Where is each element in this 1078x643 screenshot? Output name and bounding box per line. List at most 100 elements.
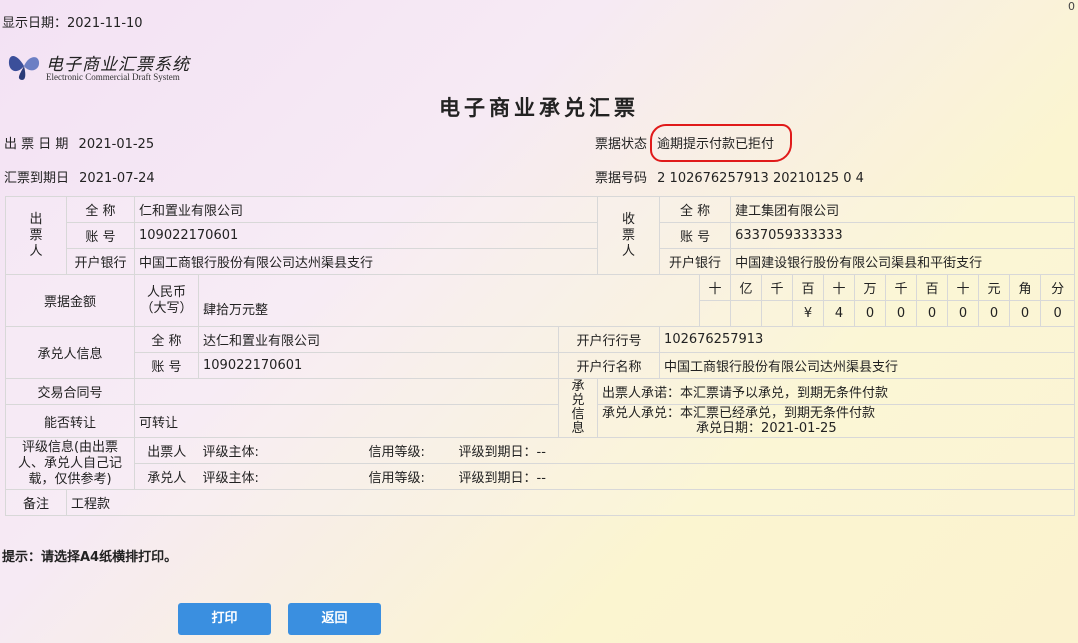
payee-bank-value: 中国建设银行股份有限公司渠县和平街支行 (730, 248, 1076, 275)
unit-header: 万 (854, 274, 887, 301)
rating-acceptor-row: 承兑人 评级主体: 信用等级: 评级到期日：-- (6, 463, 1076, 490)
acceptor-account-label: 账 号 (134, 352, 199, 379)
back-button[interactable]: 返回 (288, 603, 381, 635)
drawer-name-label: 全 称 (66, 196, 135, 223)
payee-header-char: 票 (622, 227, 636, 243)
transfer-row: 能否转让 可转让 承兑人承兑：本汇票已经承兑，到期无条件付款 承兑日期：2021… (5, 404, 1076, 438)
remark-row: 备注 工程款 (5, 489, 1076, 516)
transfer-value: 可转让 (134, 404, 559, 438)
acceptor-account-row: 账 号 109022170601 开户行名称 中国工商银行股份有限公司达州渠县支… (6, 352, 1076, 379)
amount-digit: 0 (854, 300, 887, 327)
rating-role: 出票人 (134, 437, 199, 464)
amount-digit (761, 300, 794, 327)
rating-subject: 评级主体: (202, 471, 259, 486)
amount-currency-label: 人民币 (146, 284, 186, 300)
butterfly-logo-icon (8, 56, 40, 80)
acceptor-info-label: 承兑人信息 (5, 326, 135, 379)
drawer-account-value: 109022170601 (133, 222, 599, 249)
drawer-bank-value: 中国工商银行股份有限公司达州渠县支行 (133, 248, 599, 275)
draft-number-label: 票据号码 (595, 171, 648, 186)
due-date-row: 汇票到期日 2021-07-24 (4, 167, 155, 186)
page-title: 电子商业承兑汇票 (439, 96, 639, 120)
acceptor-bank-no-value: 102676257913 (659, 326, 1076, 353)
acceptance-header-char: 信 (571, 407, 585, 422)
payee-bank-label: 开户银行 (659, 248, 732, 275)
unit-header: 千 (761, 274, 794, 301)
accept-date: 承兑日期：2021-01-25 (696, 421, 837, 436)
rating-label: 评级信息(由出票人、承兑人自己记载，仅供参考) (5, 437, 135, 490)
rating-detail: 评级主体: 信用等级: 评级到期日：-- (198, 463, 1076, 490)
amount-text: 肆拾万元整 (197, 274, 701, 327)
issue-date-row: 出 票 日 期 2021-01-25 (4, 133, 154, 152)
rating-expiry: 评级到期日：-- (458, 445, 546, 460)
amount-digit: ¥ (792, 300, 825, 327)
payee-account-value: 6337059333333 (730, 222, 1076, 249)
amount-digit (699, 300, 732, 327)
rating-grade: 信用等级: (368, 471, 425, 486)
rating-role: 承兑人 (134, 463, 199, 490)
draft-number-row: 票据号码 2 102676257913 20210125 0 4 (595, 167, 864, 186)
issue-date-label: 出 票 日 期 (4, 137, 69, 152)
unit-header: 百 (792, 274, 825, 301)
acceptance-header-char: 息 (571, 421, 585, 436)
acceptor-name-row: 承兑人信息 全 称 达仁和置业有限公司 开户行行号 102676257913 (5, 326, 1076, 379)
acceptor-bank-name-label: 开户行名称 (557, 352, 661, 379)
drawer-bank-row: 开户银行 中国工商银行股份有限公司达州渠县支行 开户银行 中国建设银行股份有限公… (6, 248, 1076, 275)
payee-header-char: 收 (622, 211, 636, 227)
draft-number-value: 2 102676257913 20210125 0 4 (657, 171, 864, 186)
drawer-header-char: 票 (29, 227, 43, 243)
drawer-name-value: 仁和置业有限公司 (133, 196, 599, 223)
acceptor-promise-cell: 承兑人承兑：本汇票已经承兑，到期无条件付款 承兑日期：2021-01-25 (597, 404, 1076, 438)
rating-subject: 评级主体: (202, 445, 259, 460)
payee-name-value: 建工集团有限公司 (730, 196, 1076, 223)
unit-header: 分 (1040, 274, 1076, 301)
transfer-label: 能否转让 (5, 404, 135, 438)
unit-header: 十 (823, 274, 856, 301)
acceptance-header-char: 兑 (571, 393, 585, 408)
due-date-label: 汇票到期日 (4, 171, 70, 186)
rating-drawer-row: 评级信息(由出票人、承兑人自己记载，仅供参考) 出票人 评级主体: 信用等级: 评级… (5, 437, 1076, 490)
acceptor-bank-no-label: 开户行行号 (557, 326, 661, 353)
print-tip: 提示：请选择A4纸横排打印。 (2, 550, 178, 565)
unit-header: 元 (978, 274, 1011, 301)
amount-digit: 0 (1040, 300, 1076, 327)
display-date: 显示日期：2021-11-10 (2, 16, 143, 31)
payee-header-char: 人 (622, 243, 636, 259)
amount-digit: 0 (885, 300, 918, 327)
acceptor-promise: 承兑人承兑：本汇票已经承兑，到期无条件付款 (602, 406, 876, 421)
due-date-value: 2021-07-24 (79, 171, 155, 186)
print-button[interactable]: 打印 (178, 603, 271, 635)
unit-header: 千 (885, 274, 918, 301)
unit-header: 角 (1009, 274, 1042, 301)
drawer-account-row: 账 号 109022170601 账 号 6337059333333 (6, 222, 1076, 249)
acceptor-name-label: 全 称 (134, 326, 199, 353)
payee-header: 收 票 人 (597, 196, 661, 275)
status-highlight-circle (650, 124, 792, 162)
rating-detail: 评级主体: 信用等级: 评级到期日：-- (198, 437, 1076, 464)
contract-row: 交易合同号 承 兑 信 息 出票人承诺：本汇票请予以承兑，到期无条件付款 (5, 378, 1076, 438)
logo-en-text: Electronic Commercial Draft System (46, 72, 180, 82)
acceptor-name-value: 达仁和置业有限公司 (198, 326, 559, 353)
remark-value: 工程款 (65, 489, 1076, 516)
acceptor-account-value: 109022170601 (198, 352, 559, 379)
contract-value (134, 378, 559, 405)
system-logo: 电子商业汇票系统 Electronic Commercial Draft Sys… (6, 46, 206, 86)
drawer-header-char: 出 (29, 211, 43, 227)
acceptor-bank-name-value: 中国工商银行股份有限公司达州渠县支行 (659, 352, 1076, 379)
amount-digit: 4 (823, 300, 856, 327)
unit-header: 亿 (730, 274, 763, 301)
payee-account-label: 账 号 (659, 222, 732, 249)
unit-header: 百 (916, 274, 949, 301)
rating-grade: 信用等级: (368, 445, 425, 460)
unit-header: 十 (699, 274, 732, 301)
drawer-promise: 出票人承诺：本汇票请予以承兑，到期无条件付款 (597, 378, 1076, 405)
contract-label: 交易合同号 (5, 378, 135, 405)
amount-currency: 人民币 （大写） (134, 274, 199, 327)
payee-name-label: 全 称 (659, 196, 732, 223)
amount-digit (730, 300, 763, 327)
draft-table: 出 票 人 全 称 仁和置业有限公司 收 票 人 全 称 建工集团有限公司 账 … (5, 196, 1076, 516)
drawer-bank-label: 开户银行 (66, 248, 135, 275)
unit-header: 十 (947, 274, 980, 301)
drawer-name-row: 出 票 人 全 称 仁和置业有限公司 收 票 人 全 称 建工集团有限公司 (5, 196, 1076, 275)
amount-currency-sub: （大写） (140, 300, 193, 316)
